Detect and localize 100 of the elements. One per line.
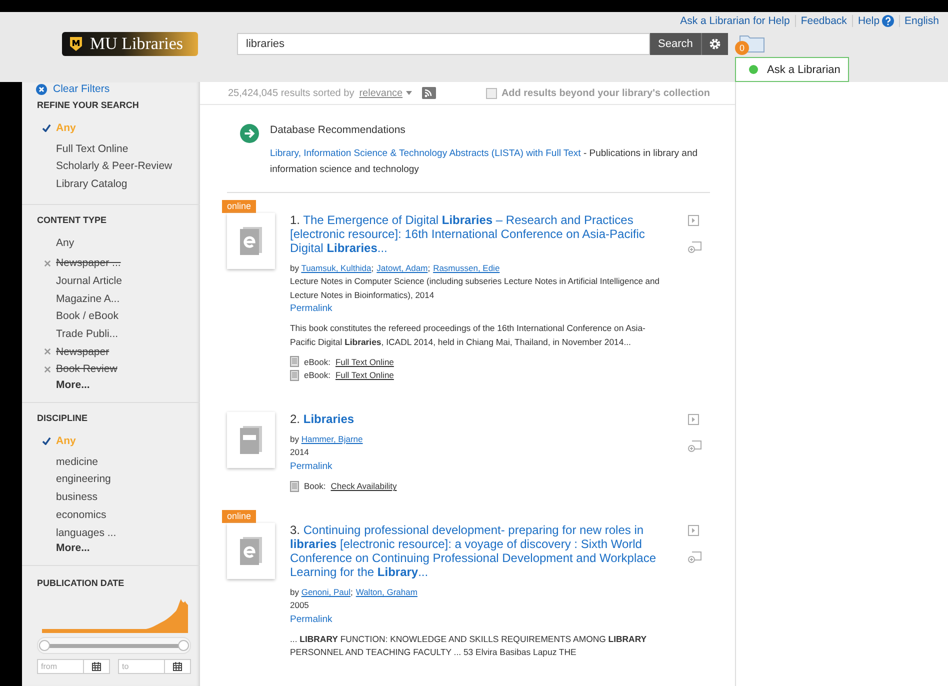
publication-info: 2005 (290, 599, 310, 612)
checkmark-icon (42, 124, 51, 132)
settings-icon (708, 38, 721, 50)
shield-icon (69, 36, 83, 52)
recommendation-text: Library, Information Science & Technology Abstracts (LISTA) with Full Text - Publications in library and information science and technology (270, 147, 699, 177)
remove-icon[interactable] (44, 260, 51, 267)
filter-option[interactable]: Trade Publi... (56, 328, 118, 340)
clear-filters-link[interactable]: Clear Filters (53, 83, 110, 95)
slider-handle[interactable] (39, 640, 50, 652)
section-heading: REFINE YOUR SEARCH (36, 100, 140, 110)
preview-icon[interactable] (688, 414, 699, 425)
ebook-icon (240, 537, 262, 565)
access-link[interactable]: Check Availability (330, 481, 397, 492)
publication-info: 2014 (290, 446, 310, 459)
calendar-button[interactable] (164, 659, 191, 674)
clear-icon (36, 84, 47, 94)
permalink[interactable]: Permalink (290, 302, 665, 316)
format-label: eBook: (304, 370, 330, 380)
calendar-button[interactable] (83, 659, 110, 674)
checkbox[interactable] (486, 88, 498, 98)
document-icon (290, 480, 299, 492)
preview-icon[interactable] (688, 215, 699, 226)
preview-icon[interactable] (688, 525, 699, 536)
top-link[interactable]: English (898, 15, 944, 27)
access-link[interactable]: Full Text Online (335, 356, 394, 367)
section-heading: CONTENT TYPE (36, 214, 108, 225)
filter-option[interactable]: engineering (56, 473, 111, 486)
online-badge: online (222, 200, 256, 213)
author-link[interactable]: Tuamsuk, Kulthida (301, 263, 372, 273)
author-link[interactable]: Jatowt, Adam (376, 263, 428, 273)
remove-icon[interactable] (44, 348, 51, 356)
help-icon (882, 15, 894, 27)
author-link[interactable]: Hammer, Bjarne (301, 434, 363, 444)
access-link[interactable]: Full Text Online (335, 370, 394, 380)
more-link[interactable]: More... (22, 379, 200, 392)
add-to-folder-icon[interactable] (688, 241, 702, 253)
rss-icon[interactable] (422, 87, 436, 99)
author-link[interactable]: Rasmussen, Edie (433, 263, 500, 273)
from-date-field[interactable]: from (37, 659, 83, 674)
book-icon (240, 426, 262, 454)
settings-button[interactable] (700, 33, 728, 55)
sort-dropdown[interactable]: relevance (359, 88, 412, 98)
author-link[interactable]: Walton, Graham (356, 587, 418, 597)
format-label: eBook: (304, 356, 330, 367)
section-heading: DISCIPLINE (36, 413, 89, 424)
filter-option[interactable]: economics (56, 508, 106, 521)
cover-thumbnail[interactable] (227, 213, 275, 269)
to-date-field[interactable]: to (118, 659, 164, 674)
permalink[interactable]: Permalink (290, 460, 665, 474)
result-snippet: ... LIBRARY FUNCTION: KNOWLEDGE AND SKILLS REQUIREMENTS AMONG LIBRARY PERSONNEL AND TEACHING FACULTY ... 53 Elvira Basibas Lapuz THE (290, 632, 648, 659)
result-title[interactable]: 3. Continuing professional development- preparing for new roles in libraries [electronic resource]: a voyage of discovery : Sixth World Conference on Continuing Professional Development and Workplace Learning for the Library... (290, 523, 665, 579)
calendar-icon (173, 662, 182, 672)
filter-option[interactable]: languages ... (56, 526, 116, 539)
filter-option[interactable]: Magazine A... (56, 292, 120, 305)
filter-option[interactable]: Library Catalog (56, 178, 128, 190)
author-link[interactable]: Genoni, Paul (301, 587, 350, 597)
search-field[interactable]: libraries (237, 33, 650, 55)
results-count: 25,424,045 results sorted by (228, 88, 354, 98)
document-icon (290, 356, 299, 368)
author-line: by Hammer, Bjarne (290, 433, 364, 446)
checkmark-icon (42, 437, 51, 446)
filter-option[interactable]: Full Text Online (56, 142, 128, 155)
filter-option[interactable]: Newspaper (56, 346, 110, 358)
filter-option[interactable]: Journal Article (56, 274, 122, 287)
author-line: by Tuamsuk, Kulthida; Jatowt, Adam; Rasmussen, Edie (290, 262, 501, 275)
document-icon (290, 370, 299, 381)
result-title[interactable]: 2. Libraries (290, 412, 665, 426)
count-badge: 0 (735, 41, 749, 55)
checkbox-label: Add results beyond your library's collection (501, 88, 710, 98)
permalink[interactable]: Permalink (290, 612, 665, 626)
filter-option[interactable]: Scholarly & Peer-Review (56, 160, 172, 172)
filter-option[interactable]: medicine (56, 456, 98, 468)
author-line: by Genoni, Paul; Walton, Graham (290, 586, 418, 599)
top-link[interactable]: Ask a Librarian for Help (675, 15, 795, 27)
result-title[interactable]: 1. The Emergence of Digital Libraries – Research and Practices [electronic resource]: 16th International Conference on Asia-Pacific Digital Libraries... (290, 213, 665, 255)
remove-icon[interactable] (44, 366, 51, 373)
cover-thumbnail[interactable] (227, 523, 275, 579)
chat-label: Ask a Librarian (767, 64, 840, 76)
cover-thumbnail[interactable] (227, 412, 275, 468)
search-button[interactable]: Search (650, 33, 701, 55)
add-to-folder-icon[interactable] (688, 440, 702, 452)
format-label: Book: (304, 481, 326, 492)
chat-button[interactable]: Ask a Librarian (735, 57, 849, 82)
database-link[interactable]: Library, Information Science & Technology Abstracts (LISTA) with Full Text (270, 148, 581, 159)
top-link[interactable]: Feedback (794, 15, 852, 27)
filter-option[interactable]: Book Review (56, 363, 118, 376)
filter-option[interactable]: business (56, 491, 98, 504)
calendar-icon (92, 662, 101, 672)
filter-option[interactable]: Book / eBook (56, 310, 118, 322)
add-to-folder-icon[interactable] (688, 551, 702, 563)
publication-info: Lecture Notes in Computer Science (including subseries Lecture Notes in Artificial Intelligence and Lecture Notes in Bioinformatics), 2014 (290, 275, 660, 302)
section-heading: PUBLICATION DATE (36, 578, 126, 588)
filter-option[interactable]: Newspaper ... (56, 257, 121, 270)
more-link[interactable]: More... (22, 542, 200, 554)
caret-icon (406, 91, 412, 95)
slider-handle[interactable] (178, 640, 189, 652)
filter-option[interactable]: Any (56, 236, 74, 249)
library-logo[interactable]: MU Libraries (62, 32, 198, 56)
ebook-icon (240, 227, 262, 255)
result-snippet: This book constitutes the refereed proceedings of the 16th International Conference on Asia-Pacific Digital Libraries, ICADL 2014, held in Chiang Mai, Thailand, in November 2014... (290, 322, 646, 349)
